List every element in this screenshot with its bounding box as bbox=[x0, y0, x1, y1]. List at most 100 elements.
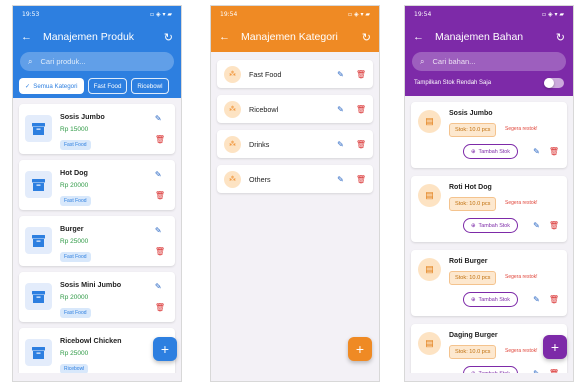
delete-icon[interactable]: 🗑 bbox=[155, 135, 165, 144]
product-price: Rp 15000 bbox=[60, 126, 89, 133]
ingredient-card[interactable]: ▤ Roti Hot Dog Stok: 10.0 pcs Segera res… bbox=[411, 176, 567, 242]
kategori-header: 19:54 ▫ ◈ ▾ ▰ ← Manajemen Kategori ↻ bbox=[211, 6, 379, 52]
product-box-icon bbox=[25, 227, 52, 254]
back-arrow-icon[interactable]: ← bbox=[413, 31, 429, 43]
delete-icon[interactable]: 🗑 bbox=[155, 303, 165, 312]
product-category-tag: Fast Food bbox=[60, 196, 91, 206]
chip-label: Fast Food bbox=[93, 82, 122, 90]
plus-circle-icon: ⊕ bbox=[471, 222, 476, 229]
delete-icon[interactable]: 🗑 bbox=[356, 175, 366, 184]
add-stock-label: Tambah Stok bbox=[478, 222, 510, 229]
chip-semua-kategori[interactable]: ✓ Semua Kategori bbox=[19, 78, 84, 94]
product-price: Rp 20000 bbox=[60, 294, 89, 301]
product-card[interactable]: Ricebowl Chicken Rp 25000 Ricebowl ✎ bbox=[19, 328, 175, 378]
category-list: ⁂ Fast Food ✎ 🗑 ⁂ Ricebowl ✎ 🗑 ⁂ Drinks ✎ 🗑… bbox=[211, 52, 379, 193]
bahan-header: 19:54 ▫ ◈ ▾ ▰ ← Manajemen Bahan ↻ ⌕ Tamp… bbox=[405, 6, 573, 96]
delete-icon[interactable]: 🗑 bbox=[356, 105, 366, 114]
product-name: Sosis Jumbo bbox=[60, 112, 105, 121]
edit-icon[interactable]: ✎ bbox=[155, 282, 165, 291]
add-ingredient-button[interactable]: + bbox=[543, 335, 567, 359]
status-bar: 19:54 ▫ ◈ ▾ ▰ bbox=[211, 6, 379, 22]
product-name: Hot Dog bbox=[60, 168, 88, 177]
category-card[interactable]: ⁂ Ricebowl ✎ 🗑 bbox=[217, 95, 373, 123]
restock-warning: Segera restok! bbox=[505, 274, 538, 280]
edit-icon[interactable]: ✎ bbox=[337, 105, 344, 114]
search-input[interactable] bbox=[432, 57, 543, 66]
search-bar[interactable]: ⌕ bbox=[412, 52, 566, 71]
ingredient-card[interactable]: ▤ Roti Burger Stok: 10.0 pcs Segera rest… bbox=[411, 250, 567, 316]
category-icon: ⁂ bbox=[224, 65, 241, 83]
edit-icon[interactable]: ✎ bbox=[155, 170, 165, 179]
low-stock-toggle[interactable] bbox=[544, 78, 564, 88]
status-icons: ▫ ◈ ▾ ▰ bbox=[149, 10, 172, 18]
search-input[interactable] bbox=[40, 57, 151, 66]
ingredient-name: Sosis Jumbo bbox=[449, 110, 493, 117]
delete-icon[interactable]: 🗑 bbox=[155, 191, 165, 200]
edit-icon[interactable]: ✎ bbox=[155, 114, 165, 123]
category-name: Ricebowl bbox=[249, 104, 279, 114]
toggle-knob bbox=[544, 78, 554, 88]
delete-icon[interactable]: 🗑 bbox=[549, 221, 559, 230]
add-product-button[interactable]: + bbox=[153, 337, 177, 361]
edit-icon[interactable]: ✎ bbox=[337, 140, 344, 149]
plus-circle-icon: ⊕ bbox=[471, 148, 476, 155]
product-card[interactable]: Sosis Jumbo Rp 15000 Fast Food ✎ 🗑 bbox=[19, 104, 175, 154]
restock-warning: Segera restok! bbox=[505, 200, 538, 206]
stock-badge: Stok: 10.0 pcs bbox=[449, 123, 497, 137]
add-stock-button[interactable]: ⊕Tambah Stok bbox=[463, 218, 518, 233]
product-card[interactable]: Burger Rp 25000 Fast Food ✎ 🗑 bbox=[19, 216, 175, 266]
refresh-icon[interactable]: ↻ bbox=[164, 31, 173, 44]
back-arrow-icon[interactable]: ← bbox=[21, 31, 37, 43]
add-stock-label: Tambah Stok bbox=[478, 148, 510, 155]
product-card[interactable]: Sosis Mini Jumbo Rp 20000 Fast Food ✎ 🗑 bbox=[19, 272, 175, 322]
category-name: Fast Food bbox=[249, 69, 282, 79]
product-card[interactable]: Hot Dog Rp 20000 Fast Food ✎ 🗑 bbox=[19, 160, 175, 210]
add-stock-button[interactable]: ⊕Tambah Stok bbox=[463, 292, 518, 307]
restock-warning: Segera restok! bbox=[505, 126, 538, 132]
delete-icon[interactable]: 🗑 bbox=[155, 247, 165, 256]
app-bar: ← Manajemen Bahan ↻ bbox=[405, 22, 573, 52]
back-arrow-icon[interactable]: ← bbox=[219, 31, 235, 43]
category-card[interactable]: ⁂ Fast Food ✎ 🗑 bbox=[217, 60, 373, 88]
edit-icon[interactable]: ✎ bbox=[337, 70, 344, 79]
ingredient-name: Roti Hot Dog bbox=[449, 184, 492, 191]
delete-icon[interactable]: 🗑 bbox=[356, 70, 366, 79]
edit-icon[interactable]: ✎ bbox=[155, 226, 165, 235]
nav-bar bbox=[405, 373, 573, 381]
product-box-icon bbox=[25, 171, 52, 198]
edit-icon[interactable]: ✎ bbox=[533, 221, 540, 230]
ingredient-card[interactable]: ▤ Sosis Jumbo Stok: 10.0 pcs Segera rest… bbox=[411, 102, 567, 168]
app-bar: ← Manajemen Kategori ↻ bbox=[211, 22, 379, 52]
app-bar: ← Manajemen Produk ↻ bbox=[13, 22, 181, 52]
category-card[interactable]: ⁂ Drinks ✎ 🗑 bbox=[217, 130, 373, 158]
category-icon: ⁂ bbox=[224, 135, 241, 153]
search-bar[interactable]: ⌕ bbox=[20, 52, 174, 71]
add-category-button[interactable]: + bbox=[348, 337, 372, 361]
delete-icon[interactable]: 🗑 bbox=[356, 140, 366, 149]
refresh-icon[interactable]: ↻ bbox=[362, 31, 371, 44]
check-icon: ✓ bbox=[25, 82, 31, 90]
edit-icon[interactable]: ✎ bbox=[337, 175, 344, 184]
add-stock-button[interactable]: ⊕Tambah Stok bbox=[463, 144, 518, 159]
product-name: Sosis Mini Jumbo bbox=[60, 280, 122, 289]
category-name: Others bbox=[249, 174, 271, 184]
produk-header: 19:53 ▫ ◈ ▾ ▰ ← Manajemen Produk ↻ ⌕ ✓ S… bbox=[13, 6, 181, 98]
delete-icon[interactable]: 🗑 bbox=[549, 147, 559, 156]
edit-icon[interactable]: ✎ bbox=[533, 295, 540, 304]
status-time: 19:54 bbox=[414, 10, 432, 18]
status-icons: ▫ ◈ ▾ ▰ bbox=[347, 10, 370, 18]
product-list: Sosis Jumbo Rp 15000 Fast Food ✎ 🗑 Hot Do… bbox=[13, 98, 181, 378]
status-bar: 19:54 ▫ ◈ ▾ ▰ bbox=[405, 6, 573, 22]
edit-icon[interactable]: ✎ bbox=[533, 147, 540, 156]
delete-icon[interactable]: 🗑 bbox=[549, 295, 559, 304]
chip-label: Ricebowl bbox=[137, 82, 163, 90]
chip-ricebowl[interactable]: Ricebowl bbox=[131, 78, 169, 94]
refresh-icon[interactable]: ↻ bbox=[556, 31, 565, 44]
bahan-screen: 19:54 ▫ ◈ ▾ ▰ ← Manajemen Bahan ↻ ⌕ Tamp… bbox=[404, 5, 574, 382]
category-icon: ⁂ bbox=[224, 170, 241, 188]
chip-fast-food[interactable]: Fast Food bbox=[87, 78, 128, 94]
search-icon: ⌕ bbox=[28, 56, 33, 66]
ingredient-box-icon: ▤ bbox=[418, 332, 441, 355]
product-name: Burger bbox=[60, 224, 84, 233]
category-card[interactable]: ⁂ Others ✎ 🗑 bbox=[217, 165, 373, 193]
